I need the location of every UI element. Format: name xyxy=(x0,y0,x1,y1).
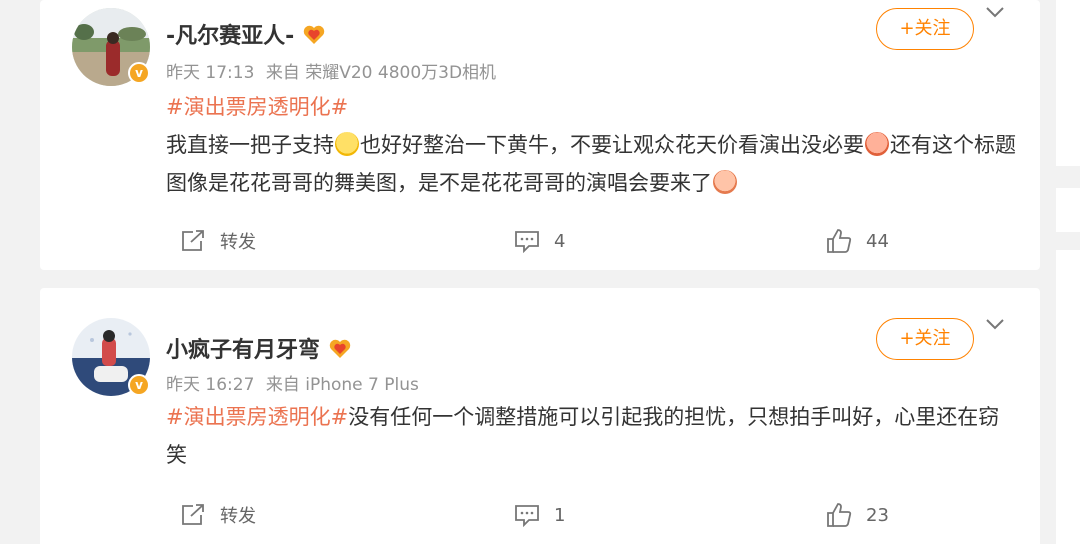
post-text: #演出票房透明化#没有任何一个调整措施可以引起我的担忧，只想拍手叫好，心里还在窃… xyxy=(166,405,1000,467)
username[interactable]: -凡尔赛亚人- xyxy=(166,18,326,50)
hashtag-link[interactable]: #演出票房透明化# xyxy=(166,405,348,429)
post-source: 来自 iPhone 7 Plus xyxy=(265,375,419,395)
post-actions: 转发 1 23 xyxy=(40,500,1040,530)
thumbs-up-icon xyxy=(827,503,852,527)
follow-button[interactable]: +关注 xyxy=(876,8,974,50)
thumbs-up-icon xyxy=(827,229,852,253)
post-meta: 昨天 16:27 来自 iPhone 7 Plus xyxy=(166,370,419,395)
follow-button[interactable]: +关注 xyxy=(876,318,974,360)
sidebar-card xyxy=(1056,250,1080,544)
like-button[interactable]: 44 xyxy=(826,226,889,256)
post-actions: 转发 4 44 xyxy=(40,226,1040,256)
post-text: #演出票房透明化# 我直接一把子支持 也好好整治一下黄牛，不要让观众花天价看演出没… xyxy=(166,95,1016,195)
fist-emoji-icon xyxy=(713,170,737,194)
post-card: v 小疯子有月牙弯 昨天 16:27 来自 iPhone 7 Plus +关注 … xyxy=(40,288,1040,544)
repost-button[interactable]: 转发 xyxy=(180,226,256,256)
repost-icon xyxy=(182,230,204,251)
shocked-emoji-icon xyxy=(865,132,889,156)
comment-button[interactable]: 4 xyxy=(514,226,565,256)
comment-icon xyxy=(515,505,539,527)
post-source: 来自 荣耀V20 4800万3D相机 xyxy=(265,63,497,83)
hashtag-link[interactable]: #演出票房透明化# xyxy=(166,95,348,119)
weibo-feed: v -凡尔赛亚人- 昨天 17:13 来自 荣耀V20 4800万3D相机 +关… xyxy=(0,0,1080,544)
verified-badge-icon: v xyxy=(128,62,150,84)
fan-heart-badge-icon xyxy=(302,24,326,46)
sidebar-card xyxy=(1056,0,1080,166)
like-button[interactable]: 23 xyxy=(826,500,889,530)
sidebar-card xyxy=(1056,188,1080,232)
repost-button[interactable]: 转发 xyxy=(180,500,256,530)
username[interactable]: 小疯子有月牙弯 xyxy=(166,332,352,364)
repost-icon xyxy=(182,504,204,525)
laughing-crying-emoji-icon xyxy=(335,132,359,156)
comment-icon xyxy=(515,231,539,253)
comment-button[interactable]: 1 xyxy=(514,500,565,530)
chevron-down-icon[interactable] xyxy=(984,4,1006,20)
post-time[interactable]: 昨天 16:27 xyxy=(166,375,254,395)
verified-badge-icon: v xyxy=(128,374,150,396)
chevron-down-icon[interactable] xyxy=(984,316,1006,332)
post-meta: 昨天 17:13 来自 荣耀V20 4800万3D相机 xyxy=(166,58,496,83)
fan-heart-badge-icon xyxy=(328,338,352,360)
post-card: v -凡尔赛亚人- 昨天 17:13 来自 荣耀V20 4800万3D相机 +关… xyxy=(40,0,1040,270)
post-time[interactable]: 昨天 17:13 xyxy=(166,63,254,83)
right-sidebar xyxy=(1056,0,1080,544)
